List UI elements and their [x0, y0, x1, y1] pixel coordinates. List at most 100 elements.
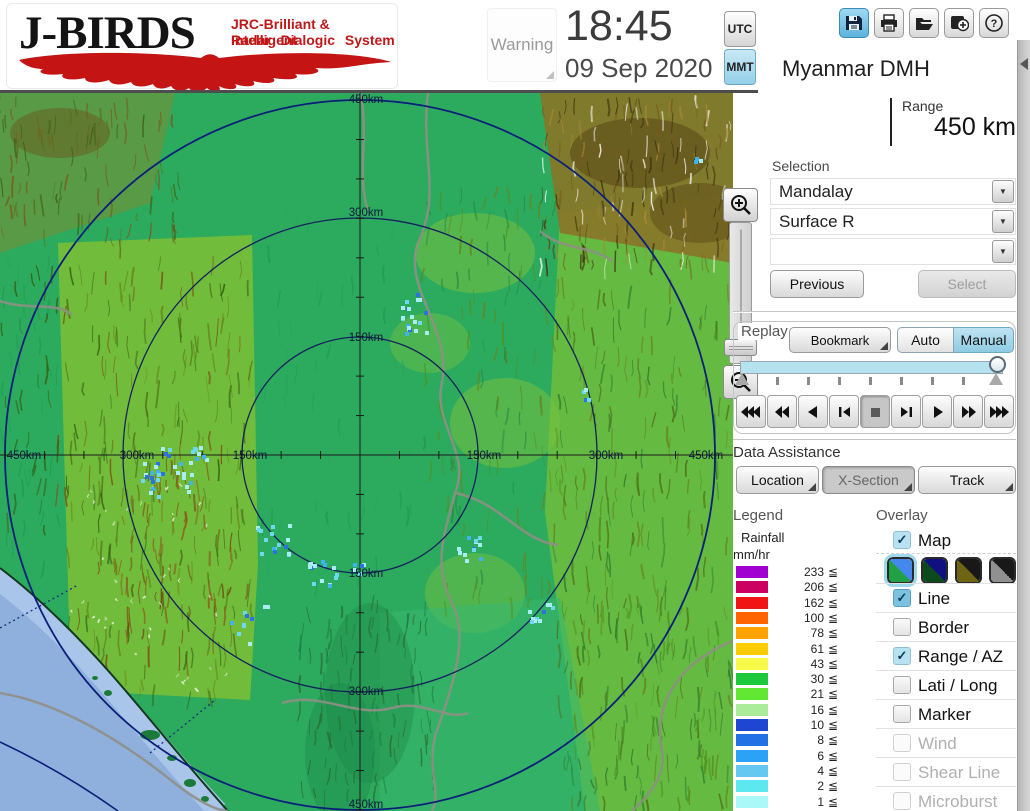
fast-rewind-2-button[interactable] [767, 395, 797, 428]
extra-dropdown[interactable]: ▼ [770, 238, 1016, 265]
collapse-left-icon [1020, 58, 1028, 70]
overlay-label: Shear Line [918, 763, 1001, 782]
ring-label: 300km [349, 207, 384, 219]
mmt-button[interactable]: MMT [724, 49, 756, 85]
x-section-button[interactable]: X-Section [822, 466, 915, 494]
header-divider [0, 90, 758, 93]
overlay-label: Range / AZ [918, 647, 1004, 666]
warning-button[interactable]: Warning [487, 8, 557, 82]
checkbox-border[interactable] [893, 618, 911, 636]
ring-label: 450km [689, 450, 724, 462]
legend-value: 1 [817, 794, 824, 809]
legend-color-swatch [736, 611, 768, 624]
manual-mode-button[interactable]: Manual [954, 327, 1014, 353]
legend-row: 43 ≦ [736, 657, 846, 671]
play-reverse-button[interactable] [798, 395, 828, 428]
checkbox-range-az[interactable]: ✓ [893, 647, 911, 665]
timeline-start-marker[interactable] [735, 373, 749, 385]
legend-row: 206 ≦ [736, 580, 846, 595]
map-style-colors [923, 559, 946, 582]
product-dropdown[interactable]: Surface R ▼ [770, 208, 1016, 235]
step-end-button[interactable] [891, 395, 921, 428]
checkbox-lati-long[interactable] [893, 676, 911, 694]
overlay-item-lati-long[interactable]: Lati / Long [876, 676, 1016, 696]
overlay-item-border[interactable]: Border [876, 618, 1016, 638]
utc-button[interactable]: UTC [724, 11, 756, 47]
map-style-swatch-4[interactable] [989, 557, 1016, 584]
legend-value: 6 [817, 748, 824, 763]
legend-suffix: ≦ [828, 626, 839, 641]
clock-time: 18:45 [565, 2, 673, 50]
magnifier-plus-icon [730, 195, 751, 215]
map-style-colors [957, 559, 980, 582]
overlay-item-line[interactable]: ✓ Line [876, 589, 1016, 609]
legend-row: 1 ≦ [736, 794, 846, 809]
replay-timeline-track[interactable] [740, 361, 1003, 374]
timeline-end-marker[interactable] [989, 373, 1003, 385]
warning-corner-handle [546, 71, 554, 79]
fast-rewind-3-button[interactable] [736, 395, 766, 428]
help-icon: ? [985, 14, 1003, 32]
map-style-swatch-2[interactable] [921, 557, 948, 584]
checkbox-shear-line[interactable] [893, 763, 911, 781]
overlay-item-map[interactable]: ✓ Map [876, 531, 1016, 551]
panel-collapse-strip[interactable] [1017, 40, 1030, 811]
legend-value: 78 [810, 626, 824, 641]
radar-map[interactable]: 450km 300km 150km 150km 300km 450km 450km 300km… [0, 92, 758, 811]
legend-row: 61 ≦ [736, 642, 846, 656]
open-folder-button[interactable] [909, 8, 939, 38]
track-button[interactable]: Track [918, 466, 1016, 494]
overlay-item-wind[interactable]: Wind [876, 734, 1016, 754]
select-button[interactable]: Select [918, 270, 1016, 298]
separator [876, 757, 1016, 758]
overlay-item-shear-line[interactable]: Shear Line [876, 763, 1016, 783]
site-dropdown[interactable]: Mandalay ▼ [770, 178, 1016, 205]
previous-button[interactable]: Previous [770, 270, 864, 298]
help-button[interactable]: ? [979, 8, 1009, 38]
legend-color-swatch [736, 734, 768, 747]
x-section-label: X-Section [838, 472, 899, 488]
overlay-item-microburst[interactable]: Microburst [876, 792, 1016, 811]
legend-suffix: ≦ [828, 779, 839, 794]
save-floppy-icon [846, 16, 862, 30]
checkbox-wind[interactable] [893, 734, 911, 752]
add-image-button[interactable] [944, 8, 974, 38]
legend-value: 233 [803, 565, 824, 579]
chevron-down-icon[interactable]: ▼ [992, 210, 1014, 233]
legend-row: 6 ≦ [736, 748, 846, 763]
overlay-item-range-az[interactable]: ✓ Range / AZ [876, 647, 1016, 667]
step-start-button[interactable] [829, 395, 859, 428]
chevron-down-icon[interactable]: ▼ [992, 240, 1014, 263]
checkbox-map[interactable]: ✓ [893, 531, 911, 549]
map-style-swatch-1[interactable] [884, 554, 917, 587]
printer-icon [881, 14, 897, 32]
play-button[interactable] [922, 395, 952, 428]
fast-forward-3-icon [989, 405, 1009, 418]
fast-forward-3-button[interactable] [984, 395, 1014, 428]
logo-tagline-2: Radar Dialogic System [231, 32, 395, 48]
legend-color-swatch [736, 795, 768, 808]
map-style-swatch-3[interactable] [955, 557, 982, 584]
timeline-tick [869, 377, 872, 385]
checkbox-microburst[interactable] [893, 792, 911, 810]
auto-mode-button[interactable]: Auto [897, 327, 954, 353]
legend-color-swatch [736, 581, 768, 594]
print-button[interactable] [874, 8, 904, 38]
checkbox-marker[interactable] [893, 705, 911, 723]
separator [876, 786, 1016, 787]
chevron-down-icon[interactable]: ▼ [992, 180, 1014, 203]
replay-timeline-thumb[interactable] [989, 356, 1006, 373]
save-button[interactable] [839, 8, 869, 38]
step-end-icon [900, 406, 912, 417]
location-button[interactable]: Location [736, 466, 819, 494]
checkbox-line[interactable]: ✓ [893, 589, 911, 607]
zoom-in-button[interactable] [723, 188, 758, 222]
bookmark-button[interactable]: Bookmark [789, 327, 891, 353]
legend-suffix: ≦ [828, 702, 839, 717]
fast-forward-2-button[interactable] [953, 395, 983, 428]
stop-button[interactable] [860, 395, 890, 428]
legend-suffix: ≦ [828, 733, 839, 748]
legend-row: 233 ≦ [736, 565, 846, 579]
legend-suffix: ≦ [828, 580, 839, 595]
overlay-item-marker[interactable]: Marker [876, 705, 1016, 725]
